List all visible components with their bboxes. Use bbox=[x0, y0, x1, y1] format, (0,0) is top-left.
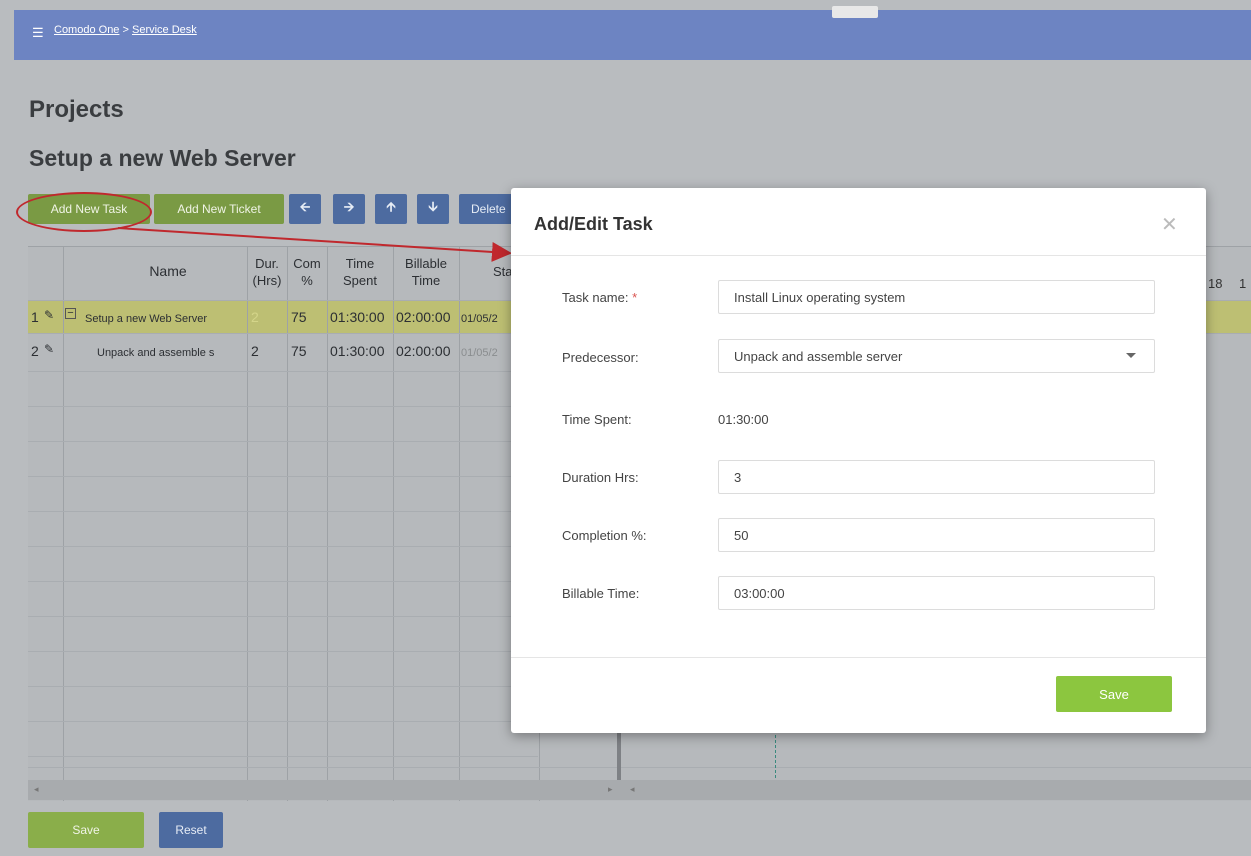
required-asterisk: * bbox=[632, 290, 638, 305]
time-spent-label: Time Spent: bbox=[562, 412, 632, 427]
task-name-label: Task name: * bbox=[562, 290, 637, 305]
time-spent-value: 01:30:00 bbox=[718, 412, 769, 427]
task-name-label-text: Task name: bbox=[562, 290, 629, 305]
completion-input[interactable]: 50 bbox=[718, 518, 1155, 552]
dialog-footer-divider bbox=[511, 657, 1206, 658]
duration-label: Duration Hrs: bbox=[562, 470, 639, 485]
predecessor-label: Predecessor: bbox=[562, 350, 639, 365]
task-name-input[interactable]: Install Linux operating system bbox=[718, 280, 1155, 314]
billable-time-label: Billable Time: bbox=[562, 586, 640, 601]
completion-label: Completion %: bbox=[562, 528, 647, 543]
predecessor-selected-value: Unpack and assemble server bbox=[734, 349, 903, 364]
add-edit-task-dialog: Add/Edit Task ✕ Task name: * Install Lin… bbox=[511, 188, 1206, 733]
dialog-title: Add/Edit Task bbox=[534, 214, 653, 234]
dialog-save-button[interactable]: Save bbox=[1056, 676, 1172, 712]
dialog-header-divider bbox=[511, 255, 1206, 256]
duration-input[interactable]: 3 bbox=[718, 460, 1155, 494]
chevron-down-icon bbox=[1126, 353, 1136, 358]
close-icon[interactable]: ✕ bbox=[1161, 212, 1178, 237]
billable-time-input[interactable]: 03:00:00 bbox=[718, 576, 1155, 610]
predecessor-select[interactable]: Unpack and assemble server bbox=[718, 339, 1155, 373]
